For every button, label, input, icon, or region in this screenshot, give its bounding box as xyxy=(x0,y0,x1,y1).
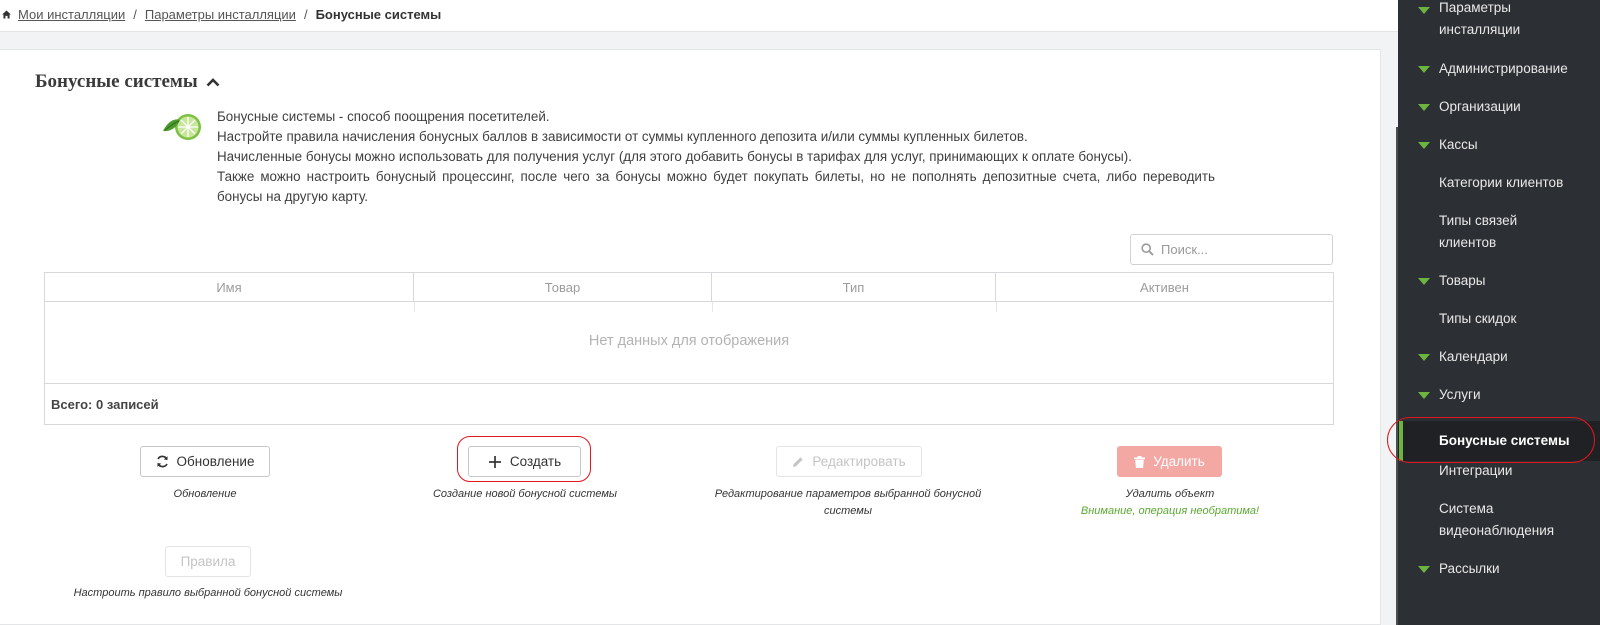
description-line: Бонусные системы - способ поощрения посе… xyxy=(217,109,550,124)
sidebar-item-label: Система xyxy=(1439,501,1494,516)
sidebar-item-label: Товары xyxy=(1439,273,1486,288)
sidebar-item-mailings[interactable]: Рассылки xyxy=(1398,558,1600,580)
rules-hint: Настроить правило выбранной бонусной сис… xyxy=(73,587,343,599)
pencil-icon xyxy=(793,456,803,467)
sidebar-item-label: Категории клиентов xyxy=(1439,175,1564,190)
column-divider xyxy=(414,302,415,312)
breadcrumb-bar: Мои инсталляции / Параметры инсталляции … xyxy=(0,0,1398,32)
breadcrumb-separator: / xyxy=(303,7,308,22)
trash-icon xyxy=(1134,455,1146,468)
sidebar-item-label: Типы скидок xyxy=(1439,311,1517,326)
search-box[interactable] xyxy=(1130,234,1333,265)
settings-sidebar: Параметры инсталляции Администрирование … xyxy=(1398,0,1600,625)
sidebar-item-video-surveillance[interactable]: Система видеонаблюдения xyxy=(1398,498,1600,542)
expand-triangle-icon xyxy=(1418,566,1430,573)
rules-button[interactable]: Правила xyxy=(165,546,251,577)
sidebar-item-client-relation-types[interactable]: Типы связей клиентов xyxy=(1398,210,1600,254)
refresh-button[interactable]: Обновление xyxy=(140,446,270,477)
edit-hint-line: Редактирование параметров выбранной бону… xyxy=(714,488,982,500)
expand-triangle-icon xyxy=(1418,104,1430,111)
sidebar-item-bonus-systems[interactable]: Бонусные системы xyxy=(1398,421,1600,461)
table-header: Имя Товар Тип Активен xyxy=(45,273,1333,302)
search-input[interactable] xyxy=(1161,242,1321,257)
delete-warning: Внимание, операция необратима! xyxy=(1080,505,1260,517)
create-button-label: Создать xyxy=(509,454,562,469)
lime-icon xyxy=(163,114,201,140)
create-button[interactable]: Создать xyxy=(468,446,581,477)
page-title: Бонусные системы xyxy=(35,71,198,92)
expand-triangle-icon xyxy=(1418,7,1430,14)
section-header[interactable]: Бонусные системы xyxy=(35,71,220,93)
record-count: Всего: 0 записей xyxy=(45,383,1333,425)
create-hint: Создание новой бонусной системы xyxy=(432,488,618,500)
column-header-type[interactable]: Тип xyxy=(712,273,996,301)
bonus-systems-table: Имя Товар Тип Активен Нет данных для ото… xyxy=(44,272,1334,425)
sidebar-item-client-categories[interactable]: Категории клиентов xyxy=(1398,172,1600,194)
sidebar-item-label: Бонусные системы xyxy=(1439,433,1570,448)
expand-triangle-icon xyxy=(1418,142,1430,149)
sidebar-item-integrations[interactable]: Интеграции xyxy=(1398,460,1600,482)
refresh-hint: Обновление xyxy=(173,488,237,500)
sidebar-item-label: клиентов xyxy=(1439,235,1497,250)
expand-triangle-icon xyxy=(1418,66,1430,73)
rules-button-label: Правила xyxy=(180,554,236,569)
sidebar-item-label: Параметры xyxy=(1439,0,1511,15)
expand-triangle-icon xyxy=(1418,278,1430,285)
breadcrumb-link-installation-params[interactable]: Параметры инсталляции xyxy=(145,7,296,22)
sidebar-item-label: Интеграции xyxy=(1439,463,1513,478)
bonus-systems-panel: Бонусные системы Бонусные системы - спос… xyxy=(0,49,1381,625)
sidebar-item-label: Администрирование xyxy=(1439,61,1568,76)
home-icon xyxy=(2,10,11,19)
breadcrumb: Мои инсталляции / Параметры инсталляции … xyxy=(2,7,441,22)
edit-button-label: Редактировать xyxy=(812,454,906,469)
column-header-name[interactable]: Имя xyxy=(45,273,414,301)
edit-hint: Редактирование параметров выбранной бону… xyxy=(700,486,996,520)
breadcrumb-link-installations[interactable]: Мои инсталляции xyxy=(18,7,125,22)
sidebar-item-label: Кассы xyxy=(1439,137,1478,152)
sidebar-item-administration[interactable]: Администрирование xyxy=(1398,58,1600,80)
sidebar-item-label: Календари xyxy=(1439,349,1508,364)
sidebar-item-discount-types[interactable]: Типы скидок xyxy=(1398,308,1600,330)
column-divider xyxy=(996,302,997,312)
empty-message: Нет данных для отображения xyxy=(588,333,790,349)
sidebar-item-label: Рассылки xyxy=(1439,561,1500,576)
breadcrumb-separator: / xyxy=(133,7,137,22)
sidebar-item-cash-desks[interactable]: Кассы xyxy=(1398,134,1600,156)
column-header-product[interactable]: Товар xyxy=(414,273,712,301)
sidebar-item-label: Услуги xyxy=(1439,387,1481,402)
refresh-button-label: Обновление xyxy=(176,454,255,469)
sidebar-item-products[interactable]: Товары xyxy=(1398,270,1600,292)
sidebar-item-label: Организации xyxy=(1439,99,1521,114)
description-line: Настройте правила начисления бонусных ба… xyxy=(217,129,1028,144)
plus-icon xyxy=(488,455,501,468)
description-line: Начисленные бонусы можно использовать дл… xyxy=(217,149,1132,164)
caret-up-icon[interactable] xyxy=(206,77,220,87)
sidebar-item-installation-params[interactable]: Параметры инсталляции xyxy=(1398,0,1600,41)
delete-hint: Удалить объект Внимание, операция необра… xyxy=(1040,486,1300,520)
edit-hint-line: системы xyxy=(824,505,872,517)
column-header-active[interactable]: Активен xyxy=(996,273,1333,301)
delete-hint-text: Удалить объект xyxy=(1125,488,1215,500)
refresh-icon xyxy=(156,455,168,468)
breadcrumb-current: Бонусные системы xyxy=(315,7,442,22)
description-line: Также можно настроить бонусный процессин… xyxy=(217,169,1215,204)
sidebar-item-label: видеонаблюдения xyxy=(1439,523,1555,538)
delete-button[interactable]: Удалить xyxy=(1117,446,1222,477)
expand-triangle-icon xyxy=(1418,392,1430,399)
sidebar-item-organizations[interactable]: Организации xyxy=(1398,96,1600,118)
sidebar-item-services[interactable]: Услуги xyxy=(1398,384,1600,406)
section-description: Бонусные системы - способ поощрения посе… xyxy=(217,107,1215,207)
column-divider xyxy=(712,302,713,312)
expand-triangle-icon xyxy=(1418,354,1430,361)
sidebar-item-label: Типы связей xyxy=(1439,213,1518,228)
search-icon xyxy=(1141,243,1154,256)
sidebar-item-calendars[interactable]: Календари xyxy=(1398,346,1600,368)
edit-button[interactable]: Редактировать xyxy=(776,446,922,477)
active-indicator xyxy=(1399,421,1403,461)
sidebar-item-label: инсталляции xyxy=(1439,22,1521,37)
delete-button-label: Удалить xyxy=(1153,454,1205,469)
